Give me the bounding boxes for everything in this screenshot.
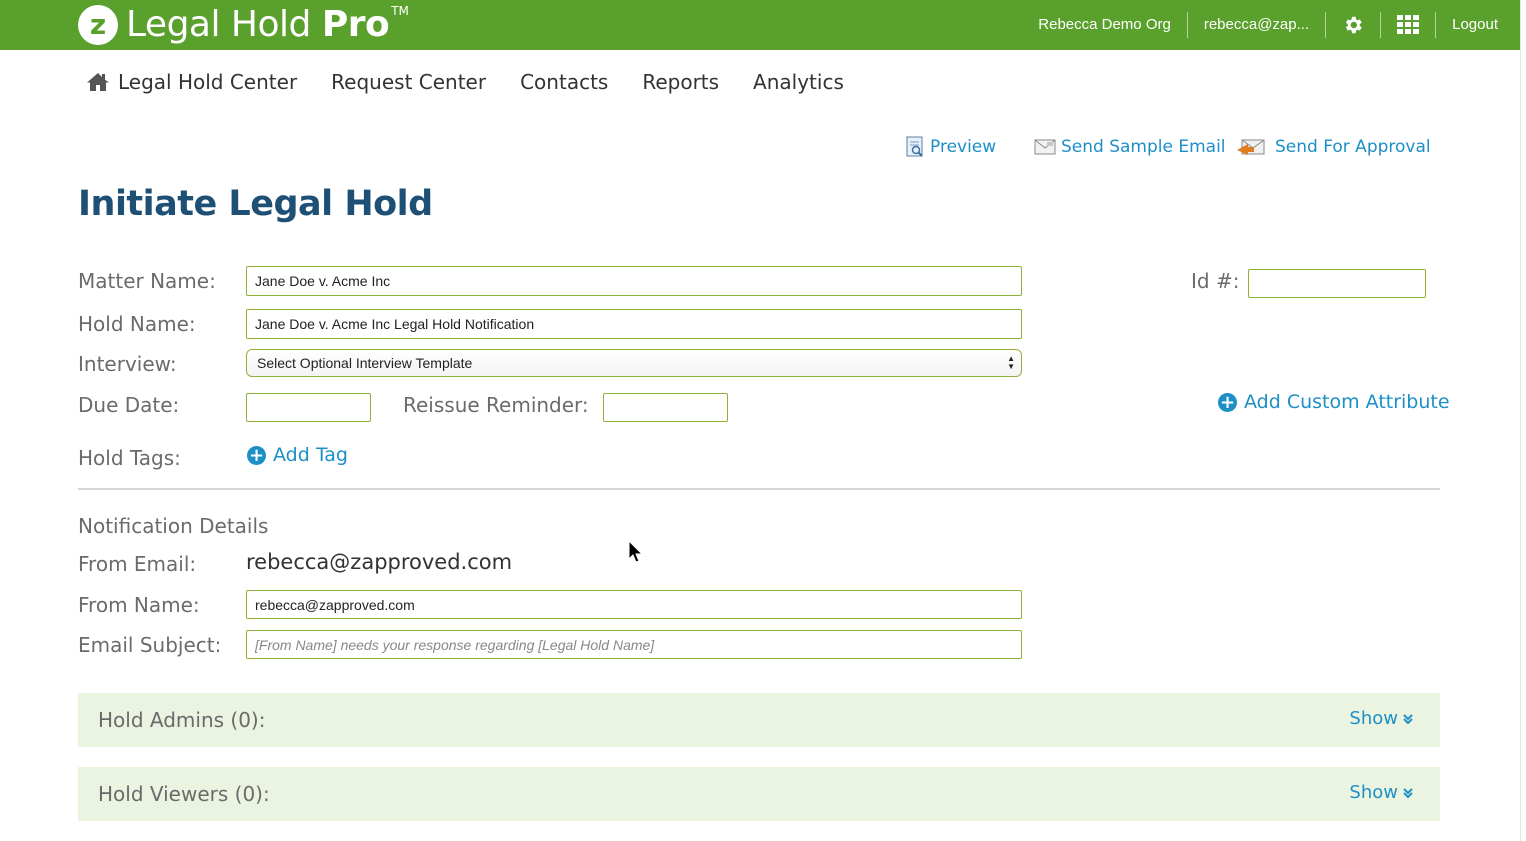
send-sample-email-label: Send Sample Email <box>1061 137 1226 157</box>
logo-text-bold: Pro <box>321 4 390 45</box>
hold-name-label: Hold Name: <box>78 312 196 336</box>
from-name-input[interactable]: rebecca@zapproved.com <box>246 590 1022 619</box>
add-tag-link[interactable]: + Add Tag <box>247 444 348 466</box>
mouse-cursor-icon <box>628 539 644 568</box>
reissue-reminder-input[interactable] <box>603 393 728 422</box>
id-label: Id #: <box>1191 269 1240 293</box>
interview-template-select[interactable]: Select Optional Interview Template ▲ ▼ <box>246 349 1022 377</box>
nav-legal-hold-center[interactable]: Legal Hold Center <box>86 70 297 94</box>
from-name-label: From Name: <box>78 593 200 617</box>
page-title: Initiate Legal Hold <box>78 184 433 224</box>
double-chevron-down-icon <box>1402 787 1414 799</box>
gear-icon <box>1346 16 1362 34</box>
window-right-edge <box>1520 0 1526 841</box>
from-email-label: From Email: <box>78 552 197 576</box>
settings-button[interactable] <box>1326 11 1380 39</box>
hold-viewers-panel: Hold Viewers (0): Show <box>78 767 1440 821</box>
app-logo[interactable]: z Legal Hold Pro TM <box>78 4 409 46</box>
send-approval-icon <box>1236 138 1266 156</box>
send-for-approval-action[interactable]: Send For Approval <box>1236 134 1431 160</box>
plus-circle-icon: + <box>1218 391 1237 413</box>
due-date-input[interactable] <box>246 393 371 422</box>
add-tag-label: Add Tag <box>273 444 348 466</box>
hold-name-input[interactable]: Jane Doe v. Acme Inc Legal Hold Notifica… <box>246 309 1022 339</box>
matter-name-label: Matter Name: <box>78 269 216 293</box>
logo-wordmark: Legal Hold Pro <box>126 4 390 46</box>
hold-admins-title: Hold Admins (0): <box>98 708 266 732</box>
show-label: Show <box>1349 708 1398 729</box>
nav-contacts[interactable]: Contacts <box>520 70 608 94</box>
email-subject-input[interactable]: [From Name] needs your response regardin… <box>246 630 1022 659</box>
main-nav: Legal Hold Center Request Center Contact… <box>86 66 878 98</box>
hold-admins-show-toggle[interactable]: Show <box>1349 708 1414 729</box>
top-header-bar: z Legal Hold Pro TM Rebecca Demo Org reb… <box>0 0 1520 50</box>
hold-viewers-title: Hold Viewers (0): <box>98 782 270 806</box>
matter-name-input[interactable]: Jane Doe v. Acme Inc <box>246 266 1022 296</box>
hold-viewers-show-toggle[interactable]: Show <box>1349 782 1414 803</box>
notification-details-heading: Notification Details <box>78 514 269 538</box>
nav-request-center[interactable]: Request Center <box>331 70 486 94</box>
interview-selected-value: Select Optional Interview Template <box>257 355 473 371</box>
logo-trademark: TM <box>391 4 409 18</box>
envelope-icon <box>1034 139 1056 155</box>
preview-action[interactable]: Preview <box>906 134 996 160</box>
send-for-approval-label: Send For Approval <box>1275 137 1431 157</box>
preview-icon <box>906 136 925 158</box>
select-arrows-icon: ▲ ▼ <box>1007 354 1015 371</box>
email-subject-label: Email Subject: <box>78 633 222 657</box>
logo-mark: z <box>78 5 118 45</box>
send-sample-email-action[interactable]: Send Sample Email <box>1034 134 1226 160</box>
apps-button[interactable] <box>1381 11 1435 39</box>
reissue-reminder-label: Reissue Reminder: <box>403 393 589 417</box>
header-user-menu: Rebecca Demo Org rebecca@zap... Logout <box>1022 0 1514 50</box>
interview-label: Interview: <box>78 352 177 376</box>
preview-label: Preview <box>930 137 997 157</box>
org-name-link[interactable]: Rebecca Demo Org <box>1022 11 1187 39</box>
double-chevron-down-icon <box>1402 713 1414 725</box>
grid-icon <box>1397 15 1420 34</box>
id-input[interactable] <box>1248 269 1426 298</box>
from-email-value: rebecca@zapproved.com <box>246 550 513 574</box>
user-email-link[interactable]: rebecca@zap... <box>1188 11 1325 39</box>
due-date-label: Due Date: <box>78 393 180 417</box>
plus-circle-icon: + <box>247 444 266 466</box>
section-divider <box>78 488 1440 490</box>
hold-admins-panel: Hold Admins (0): Show <box>78 693 1440 747</box>
nav-analytics[interactable]: Analytics <box>753 70 844 94</box>
home-icon <box>86 72 110 92</box>
add-custom-attribute-link[interactable]: + Add Custom Attribute <box>1218 391 1450 413</box>
nav-item-label: Legal Hold Center <box>118 70 298 94</box>
logout-link[interactable]: Logout <box>1436 11 1514 39</box>
logo-text-light: Legal Hold <box>126 4 322 45</box>
hold-tags-label: Hold Tags: <box>78 446 181 470</box>
nav-reports[interactable]: Reports <box>642 70 719 94</box>
add-custom-attribute-label: Add Custom Attribute <box>1244 391 1450 413</box>
show-label: Show <box>1349 782 1398 803</box>
